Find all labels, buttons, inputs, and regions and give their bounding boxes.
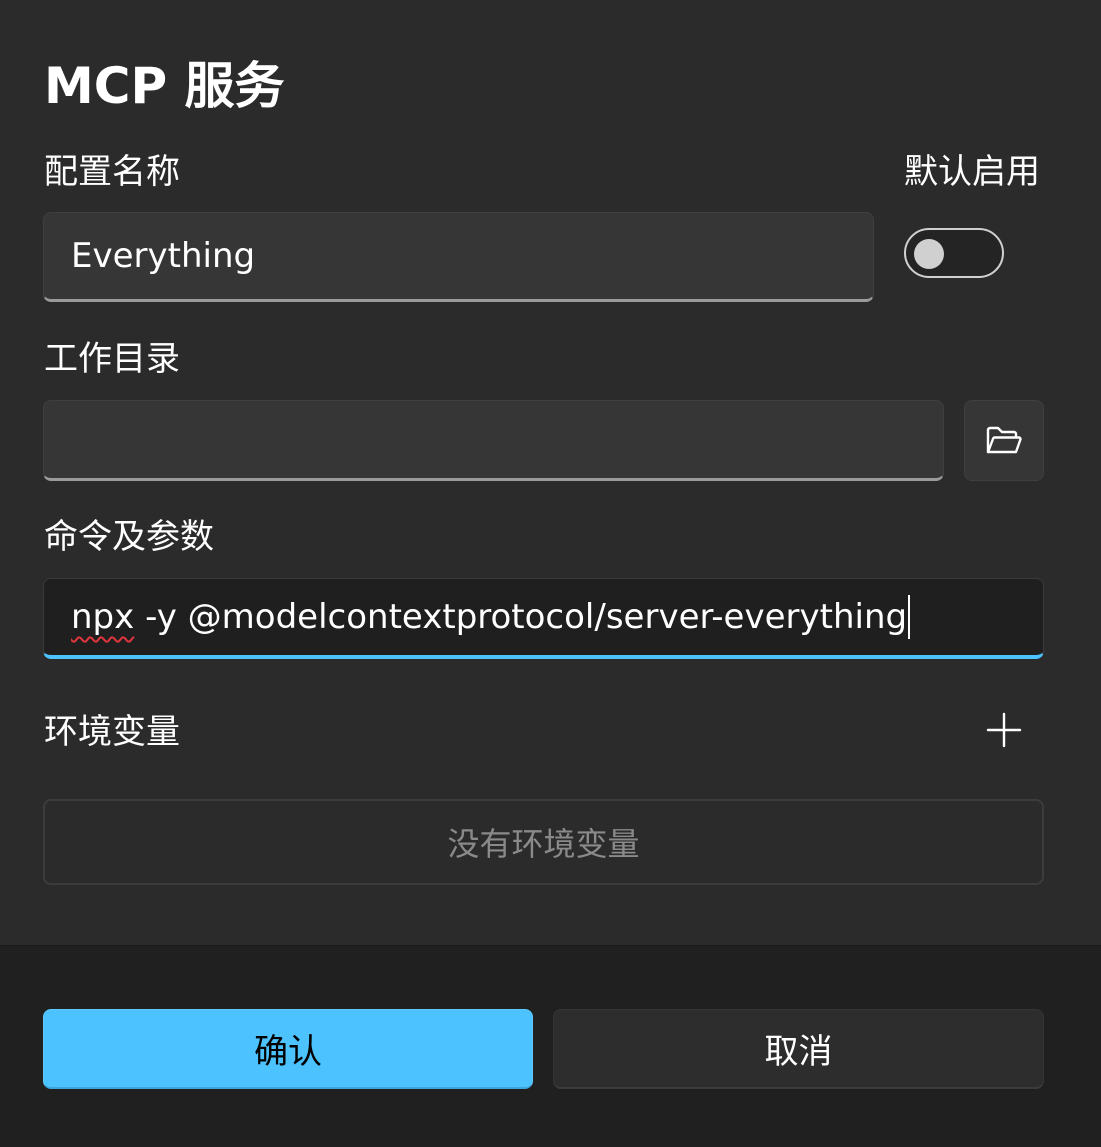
command-label: 命令及参数: [44, 517, 214, 557]
default-enable-label: 默认启用: [904, 152, 1040, 192]
workdir-input[interactable]: [43, 400, 944, 481]
workdir-label: 工作目录: [44, 339, 180, 379]
command-value-rest: -y @modelcontextprotocol/server-everythi…: [134, 597, 908, 637]
cancel-button[interactable]: 取消: [553, 1009, 1044, 1089]
command-value-spellcheck: npx: [71, 597, 135, 637]
env-label: 环境变量: [44, 712, 180, 752]
add-env-button[interactable]: [974, 700, 1034, 760]
dialog-footer: 确认 取消: [0, 945, 1101, 1147]
command-input[interactable]: npx -y @modelcontextprotocol/server-ever…: [43, 578, 1044, 659]
plus-icon: [986, 712, 1022, 748]
toggle-knob: [914, 239, 944, 269]
config-name-value: Everything: [71, 236, 256, 276]
dialog-title: MCP 服务: [44, 57, 285, 115]
env-empty-state: 没有环境变量: [43, 799, 1044, 885]
dialog-content: MCP 服务 配置名称 默认启用 Everything 工作目录 命令及参数 n…: [0, 0, 1101, 945]
text-caret: [908, 595, 911, 639]
browse-folder-button[interactable]: [964, 400, 1044, 481]
env-empty-text: 没有环境变量: [447, 825, 640, 863]
default-enable-toggle[interactable]: [904, 228, 1004, 278]
folder-open-icon: [986, 426, 1022, 453]
mcp-service-dialog: MCP 服务 配置名称 默认启用 Everything 工作目录 命令及参数 n…: [0, 0, 1101, 1147]
config-name-label: 配置名称: [44, 152, 180, 192]
config-name-input[interactable]: Everything: [43, 212, 874, 302]
confirm-button[interactable]: 确认: [43, 1009, 533, 1089]
